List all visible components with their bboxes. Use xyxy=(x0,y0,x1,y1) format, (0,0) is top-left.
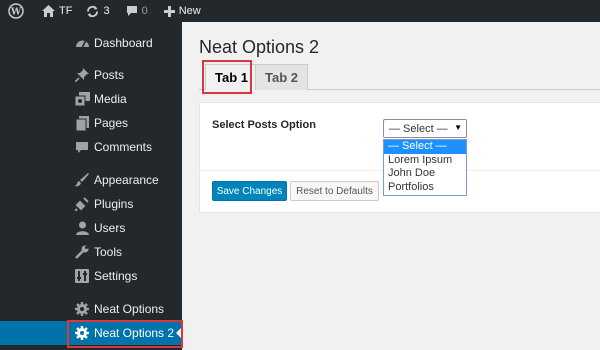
sidebar-item-label: Neat Options xyxy=(94,302,165,316)
dropdown-arrow-icon: ▼ xyxy=(454,123,462,132)
sidebar-item-comments[interactable]: Comments xyxy=(0,135,182,159)
pin-icon xyxy=(74,67,90,83)
reset-defaults-button[interactable]: Reset to Defaults xyxy=(290,181,379,201)
dropdown-option[interactable]: John Doe xyxy=(384,167,466,181)
sidebar-item-neat-options-2[interactable]: Neat Options 2 xyxy=(0,321,182,345)
admin-bar: W TF 3 0 New xyxy=(0,0,600,22)
wordpress-logo-button[interactable]: W xyxy=(0,0,30,22)
sidebar-item-neat-options[interactable]: Neat Options xyxy=(0,297,182,321)
sidebar-item-label: Media xyxy=(94,92,127,106)
sidebar-item-label: Dashboard xyxy=(94,36,153,50)
sidebar-item-users[interactable]: Users xyxy=(0,216,182,240)
gear-icon xyxy=(74,325,90,341)
dropdown-option[interactable]: Portfolios xyxy=(384,181,466,195)
select-value: — Select — xyxy=(389,122,448,135)
site-name: TF xyxy=(59,5,73,17)
pages-icon xyxy=(74,115,90,131)
comments-button[interactable]: 0 xyxy=(116,0,154,22)
new-content-button[interactable]: New xyxy=(154,0,207,22)
comments-count: 0 xyxy=(141,5,148,17)
wrench-icon xyxy=(74,244,90,260)
media-icon xyxy=(74,91,90,107)
posts-option-dropdown: — Select — Lorem Ipsum John Doe Portfoli… xyxy=(383,139,467,196)
sidebar-item-label: Users xyxy=(94,221,126,235)
select-posts-option-label: Select Posts Option xyxy=(212,119,316,131)
dropdown-option[interactable]: — Select — xyxy=(384,140,466,154)
home-icon xyxy=(42,5,55,17)
sidebar-item-label: Neat Options 2 xyxy=(94,326,175,340)
site-name-button[interactable]: TF xyxy=(30,0,78,22)
sidebar-item-dashboard[interactable]: Dashboard xyxy=(0,31,182,55)
posts-option-select[interactable]: — Select — ▼ xyxy=(383,119,467,138)
sidebar-item-label: Posts xyxy=(94,68,125,82)
user-icon xyxy=(74,220,90,236)
save-changes-button[interactable]: Save Changes xyxy=(212,181,287,201)
plus-icon xyxy=(163,5,175,17)
dashboard-icon xyxy=(74,35,90,51)
sidebar-item-tools[interactable]: Tools xyxy=(0,240,182,264)
sidebar-item-label: Comments xyxy=(94,140,153,154)
updates-button[interactable]: 3 xyxy=(78,0,115,22)
page-title: Neat Options 2 xyxy=(199,37,320,57)
updates-count: 3 xyxy=(103,5,110,17)
sidebar-item-media[interactable]: Media xyxy=(0,87,182,111)
sidebar-item-label: Appearance xyxy=(94,173,159,187)
dropdown-option[interactable]: Lorem Ipsum xyxy=(384,154,466,168)
brush-icon xyxy=(74,172,90,188)
sidebar-item-appearance[interactable]: Appearance xyxy=(0,168,182,192)
wordpress-icon: W xyxy=(8,3,24,19)
svg-text:W: W xyxy=(10,8,22,18)
sidebar-item-label: Settings xyxy=(94,269,138,283)
sidebar-item-label: Pages xyxy=(94,116,129,130)
sidebar-item-settings[interactable]: Settings xyxy=(0,264,182,288)
sidebar-item-plugins[interactable]: Plugins xyxy=(0,192,182,216)
comment-icon xyxy=(126,5,138,17)
admin-sidebar: Dashboard Posts Media Pages Comments App… xyxy=(0,22,182,350)
gear-icon xyxy=(74,301,90,317)
new-label: New xyxy=(178,5,201,17)
sidebar-item-label: Plugins xyxy=(94,197,134,211)
comment-icon xyxy=(74,139,90,155)
sidebar-item-label: Tools xyxy=(94,245,123,259)
tab-2[interactable]: Tab 2 xyxy=(255,64,308,90)
updates-icon xyxy=(86,5,99,18)
plug-icon xyxy=(74,196,90,212)
tab-1[interactable]: Tab 1 xyxy=(205,64,258,90)
sidebar-item-posts[interactable]: Posts xyxy=(0,63,182,87)
settings-icon xyxy=(74,268,90,284)
sidebar-item-pages[interactable]: Pages xyxy=(0,111,182,135)
